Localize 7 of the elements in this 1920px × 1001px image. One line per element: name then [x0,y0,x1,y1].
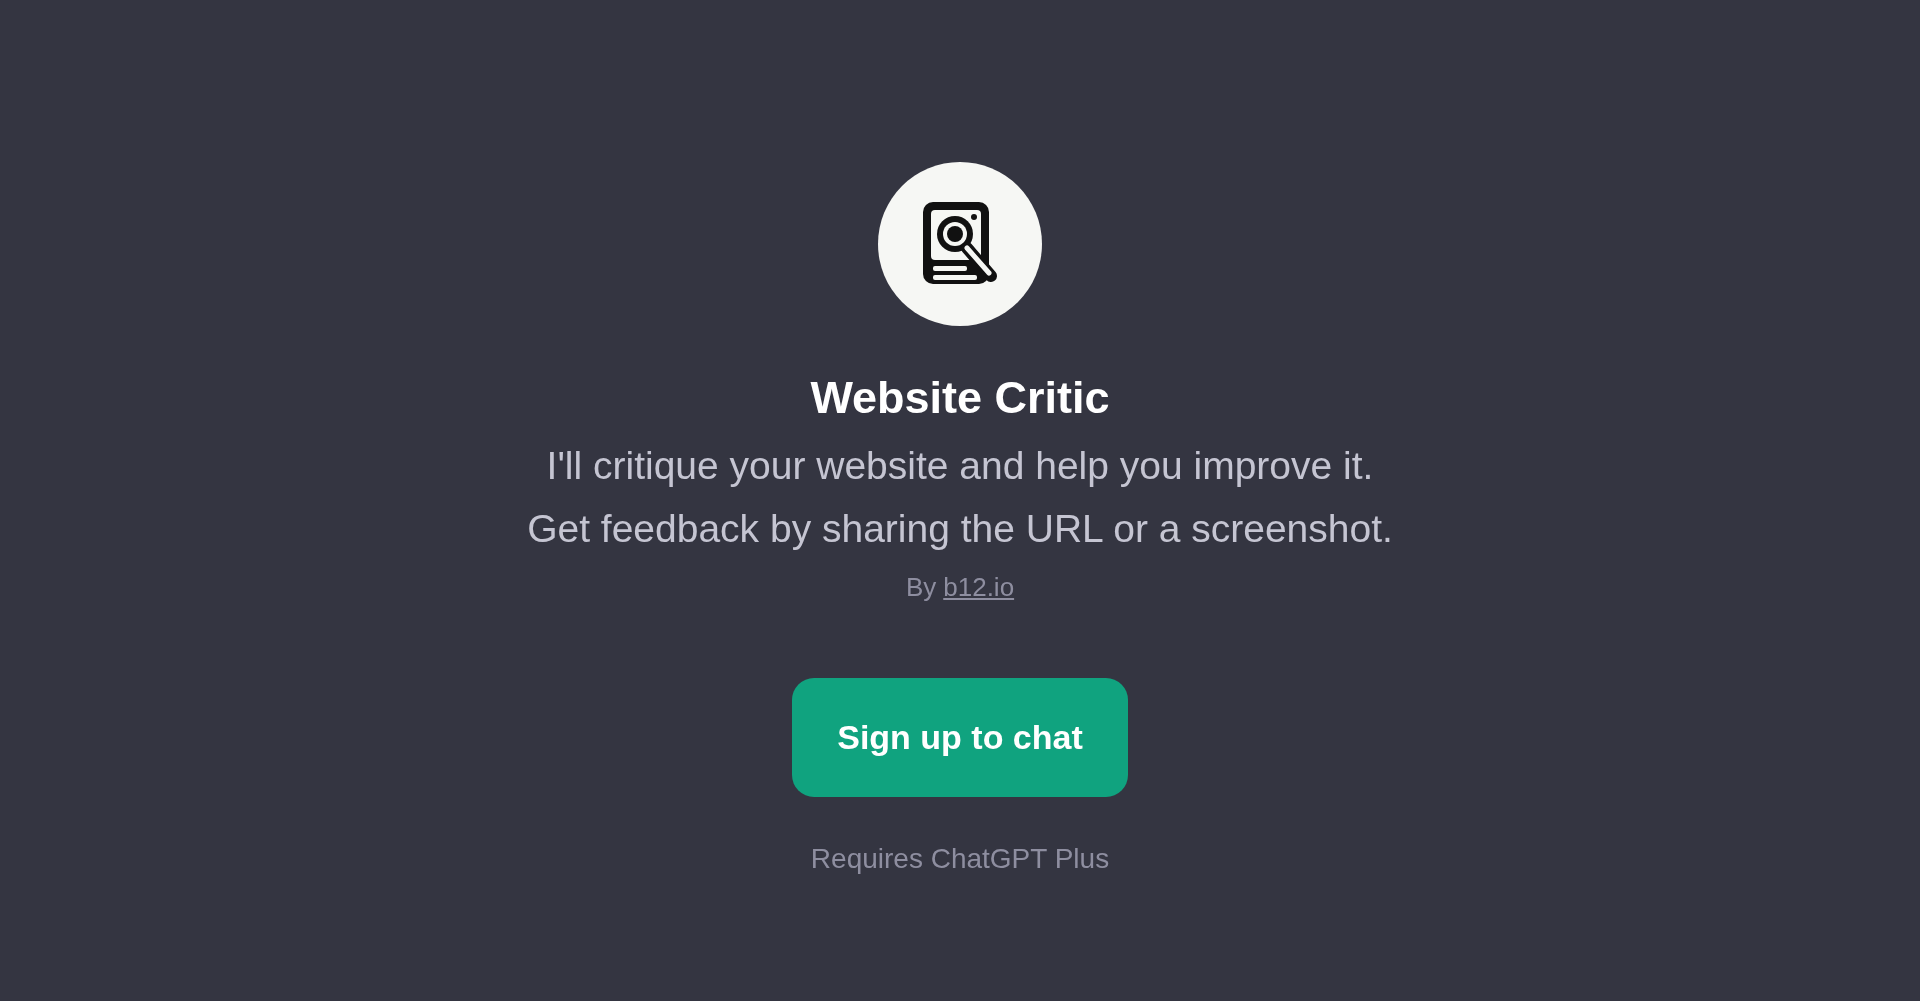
sign-up-button[interactable]: Sign up to chat [792,678,1128,797]
description-line: I'll critique your website and help you improve it. [546,443,1374,489]
description-line: Get feedback by sharing the URL or a screenshot. [527,506,1393,552]
requirement-note: Requires ChatGPT Plus [810,843,1110,875]
gpt-title: Website Critic [810,371,1110,425]
author-link[interactable]: b12.io [943,572,1015,603]
author-prefix: By [905,572,937,603]
